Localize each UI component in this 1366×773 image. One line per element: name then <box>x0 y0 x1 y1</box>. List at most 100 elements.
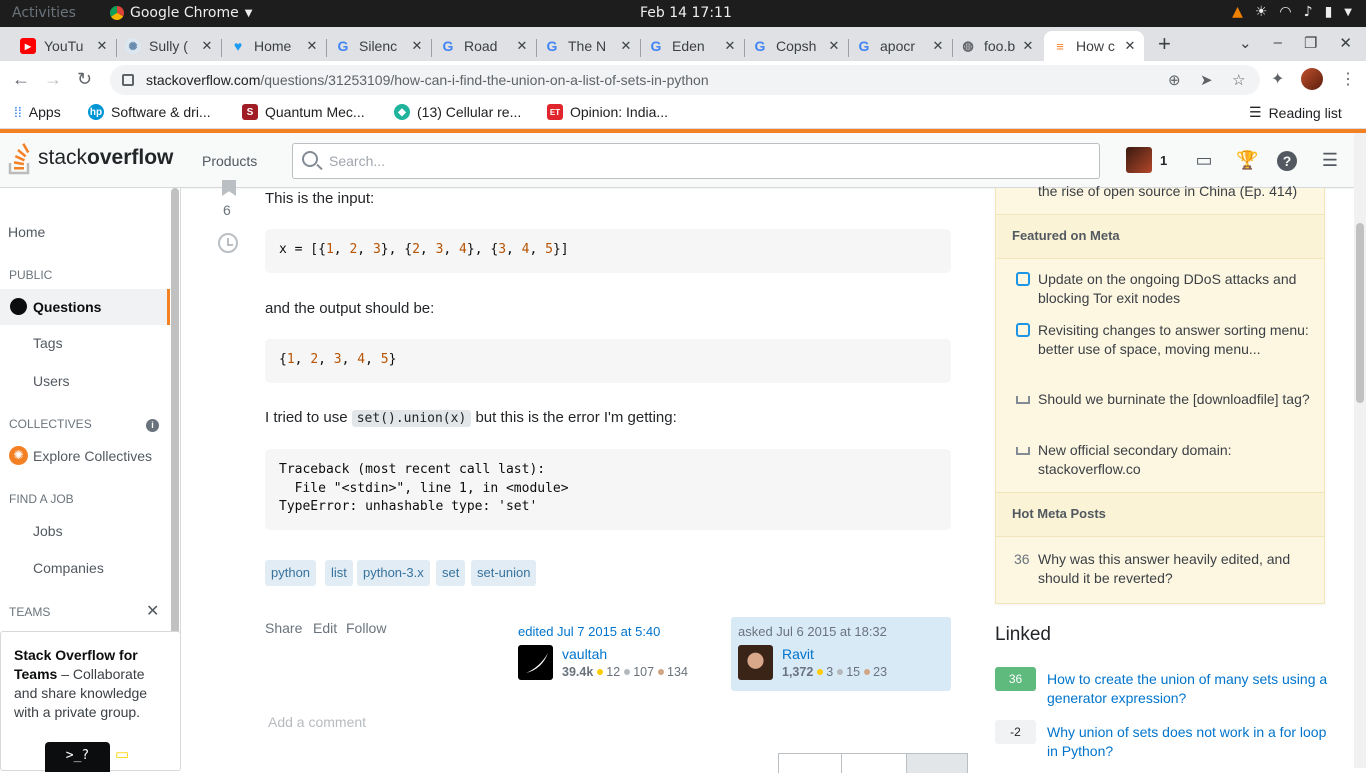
nav-users[interactable]: Users <box>33 373 70 389</box>
tag-python[interactable]: python <box>265 560 317 586</box>
edit-link[interactable]: Edit <box>313 620 337 636</box>
close-icon[interactable]: ✕ <box>1122 38 1138 54</box>
app-menu[interactable]: Google Chrome ▼ <box>110 5 252 21</box>
extensions-icon[interactable]: ✦ <box>1271 69 1284 89</box>
tag-set-union[interactable]: set-union <box>471 560 537 586</box>
nav-home[interactable]: Home <box>8 224 45 240</box>
tab-foo[interactable]: ◍ foo.b ✕ <box>952 31 1042 61</box>
site-switcher-icon[interactable]: ☰ <box>1319 150 1341 170</box>
send-icon[interactable]: ➤ <box>1200 71 1213 89</box>
close-icon[interactable]: ✕ <box>409 38 425 54</box>
activities-button[interactable]: Activities <box>12 5 76 21</box>
user-reputation[interactable]: 1 <box>1160 153 1167 168</box>
tab-twitter[interactable]: ♥ Home ✕ <box>222 31 326 61</box>
linked-question[interactable]: Why union of sets does not work in a for… <box>1047 723 1332 761</box>
edited-time[interactable]: edited Jul 7 2015 at 5:40 <box>518 624 660 639</box>
info-icon[interactable]: i <box>146 419 159 432</box>
tab-search-icon[interactable]: ⌄ <box>1239 34 1252 52</box>
tab-google-road[interactable]: G Road ✕ <box>432 31 536 61</box>
close-icon[interactable]: ✕ <box>514 38 530 54</box>
system-tray[interactable]: ▲ ☀ ◠ ♪ ▮ ▼ <box>1232 4 1352 20</box>
tab-youtube[interactable]: ▶ YouTu ✕ <box>12 31 116 61</box>
tag-set[interactable]: set <box>436 560 466 586</box>
featured-item[interactable]: Update on the ongoing DDoS attacks and b… <box>1038 270 1313 308</box>
close-icon[interactable]: ✕ <box>722 38 738 54</box>
close-window-icon[interactable]: ✕ <box>1339 34 1352 52</box>
page-control[interactable] <box>778 753 842 773</box>
new-tab-button[interactable]: + <box>1158 31 1171 57</box>
forward-icon[interactable]: → <box>44 69 62 90</box>
scrollbar-thumb[interactable] <box>1356 223 1364 403</box>
vlc-icon[interactable]: ▲ <box>1232 4 1243 20</box>
tab-google-eden[interactable]: G Eden ✕ <box>640 31 744 61</box>
follow-link[interactable]: Follow <box>346 620 386 636</box>
reload-icon[interactable]: ↻ <box>77 69 92 90</box>
bookmark-icon[interactable] <box>222 180 236 196</box>
inbox-icon[interactable]: ▭ <box>1193 150 1215 170</box>
bookmark-opinion[interactable]: ET Opinion: India... <box>547 104 668 120</box>
minimize-icon[interactable]: – <box>1274 34 1282 52</box>
bookmark-cellular[interactable]: ◆ (13) Cellular re... <box>394 104 521 120</box>
tab-google-apocr[interactable]: Gapocr ✕ <box>848 31 952 61</box>
menu-icon[interactable]: ⋮ <box>1340 69 1356 89</box>
hot-meta-item[interactable]: Why was this answer heavily edited, and … <box>1038 550 1313 588</box>
tag-python-3x[interactable]: python-3.x <box>357 560 430 586</box>
help-icon[interactable]: ? <box>1277 151 1297 171</box>
close-icon[interactable]: ✕ <box>304 38 320 54</box>
search-input[interactable]: Search... <box>292 143 1100 179</box>
editor-name[interactable]: vaultah <box>562 646 607 662</box>
share-link[interactable]: Share <box>265 620 302 636</box>
page-scrollbar[interactable] <box>1354 133 1366 768</box>
reading-list[interactable]: ☰ Reading list <box>1249 104 1342 121</box>
nav-companies[interactable]: Companies <box>33 560 104 576</box>
bookmark-software[interactable]: hp Software & dri... <box>88 104 211 120</box>
close-icon[interactable]: ✕ <box>199 38 215 54</box>
clock[interactable]: Feb 14 17:11 <box>640 5 732 21</box>
bookmark-star-icon[interactable]: ☆ <box>1232 71 1245 89</box>
bookmark-apps[interactable]: ⁞⁞ Apps <box>14 104 61 120</box>
history-icon[interactable] <box>218 233 238 253</box>
add-comment-link[interactable]: Add a comment <box>268 714 366 730</box>
restore-icon[interactable]: ❐ <box>1304 34 1317 52</box>
nav-tags[interactable]: Tags <box>33 335 63 351</box>
nav-questions[interactable]: Questions <box>0 289 170 325</box>
close-icon[interactable]: ✕ <box>146 601 159 621</box>
asker-name[interactable]: Ravit <box>782 646 814 662</box>
stackoverflow-icon: ≡ <box>1056 38 1064 54</box>
back-icon[interactable]: ← <box>12 69 30 90</box>
avatar[interactable] <box>518 645 553 680</box>
close-icon[interactable]: ✕ <box>826 38 842 54</box>
profile-avatar[interactable] <box>1301 68 1323 90</box>
tab-google-copsh[interactable]: G Copsh ✕ <box>744 31 848 61</box>
tag-list[interactable]: list <box>325 560 353 586</box>
user-avatar[interactable] <box>1126 147 1152 173</box>
nav-jobs[interactable]: Jobs <box>33 523 63 539</box>
teams-promo: Stack Overflow for Teams – Collaborate a… <box>0 631 181 772</box>
tab-google-silenc[interactable]: G Silenc ✕ <box>327 31 431 61</box>
tab-stackoverflow-active[interactable]: ≡ How c ✕ <box>1044 31 1144 61</box>
close-icon[interactable]: ✕ <box>930 38 946 54</box>
products-menu[interactable]: Products <box>202 153 257 169</box>
tab-sully[interactable]: ✺ Sully (✕ <box>117 31 221 61</box>
close-icon[interactable]: ✕ <box>94 38 110 54</box>
address-bar[interactable]: stackoverflow.com/questions/31253109/how… <box>110 65 1260 95</box>
sidebar-scrollbar[interactable] <box>171 188 179 638</box>
tab-google-the-n[interactable]: G The N ✕ <box>536 31 640 61</box>
featured-item[interactable]: Should we burninate the [downloadfile] t… <box>1038 390 1313 409</box>
linked-score: 36 <box>995 667 1036 691</box>
bookmark-quantum[interactable]: S Quantum Mec... <box>242 104 365 120</box>
close-icon[interactable]: ✕ <box>1020 38 1036 54</box>
avatar[interactable] <box>738 645 773 680</box>
nav-explore-collectives[interactable]: Explore Collectives <box>33 448 152 464</box>
featured-item[interactable]: New official secondary domain: stackover… <box>1038 441 1313 479</box>
featured-item[interactable]: Revisiting changes to answer sorting men… <box>1038 321 1313 359</box>
blog-post-link[interactable]: the rise of open source in China (Ep. 41… <box>1038 182 1313 201</box>
page-control[interactable] <box>841 753 907 773</box>
zoom-icon[interactable]: ⊕ <box>1168 71 1181 89</box>
trophy-icon[interactable]: 🏆 <box>1236 150 1258 170</box>
close-icon[interactable]: ✕ <box>618 38 634 54</box>
linked-question[interactable]: How to create the union of many sets usi… <box>1047 670 1332 708</box>
tab-title: YouTu <box>44 38 84 54</box>
page-control[interactable] <box>906 753 968 773</box>
stackoverflow-logo[interactable]: stackoverflow <box>8 143 173 175</box>
